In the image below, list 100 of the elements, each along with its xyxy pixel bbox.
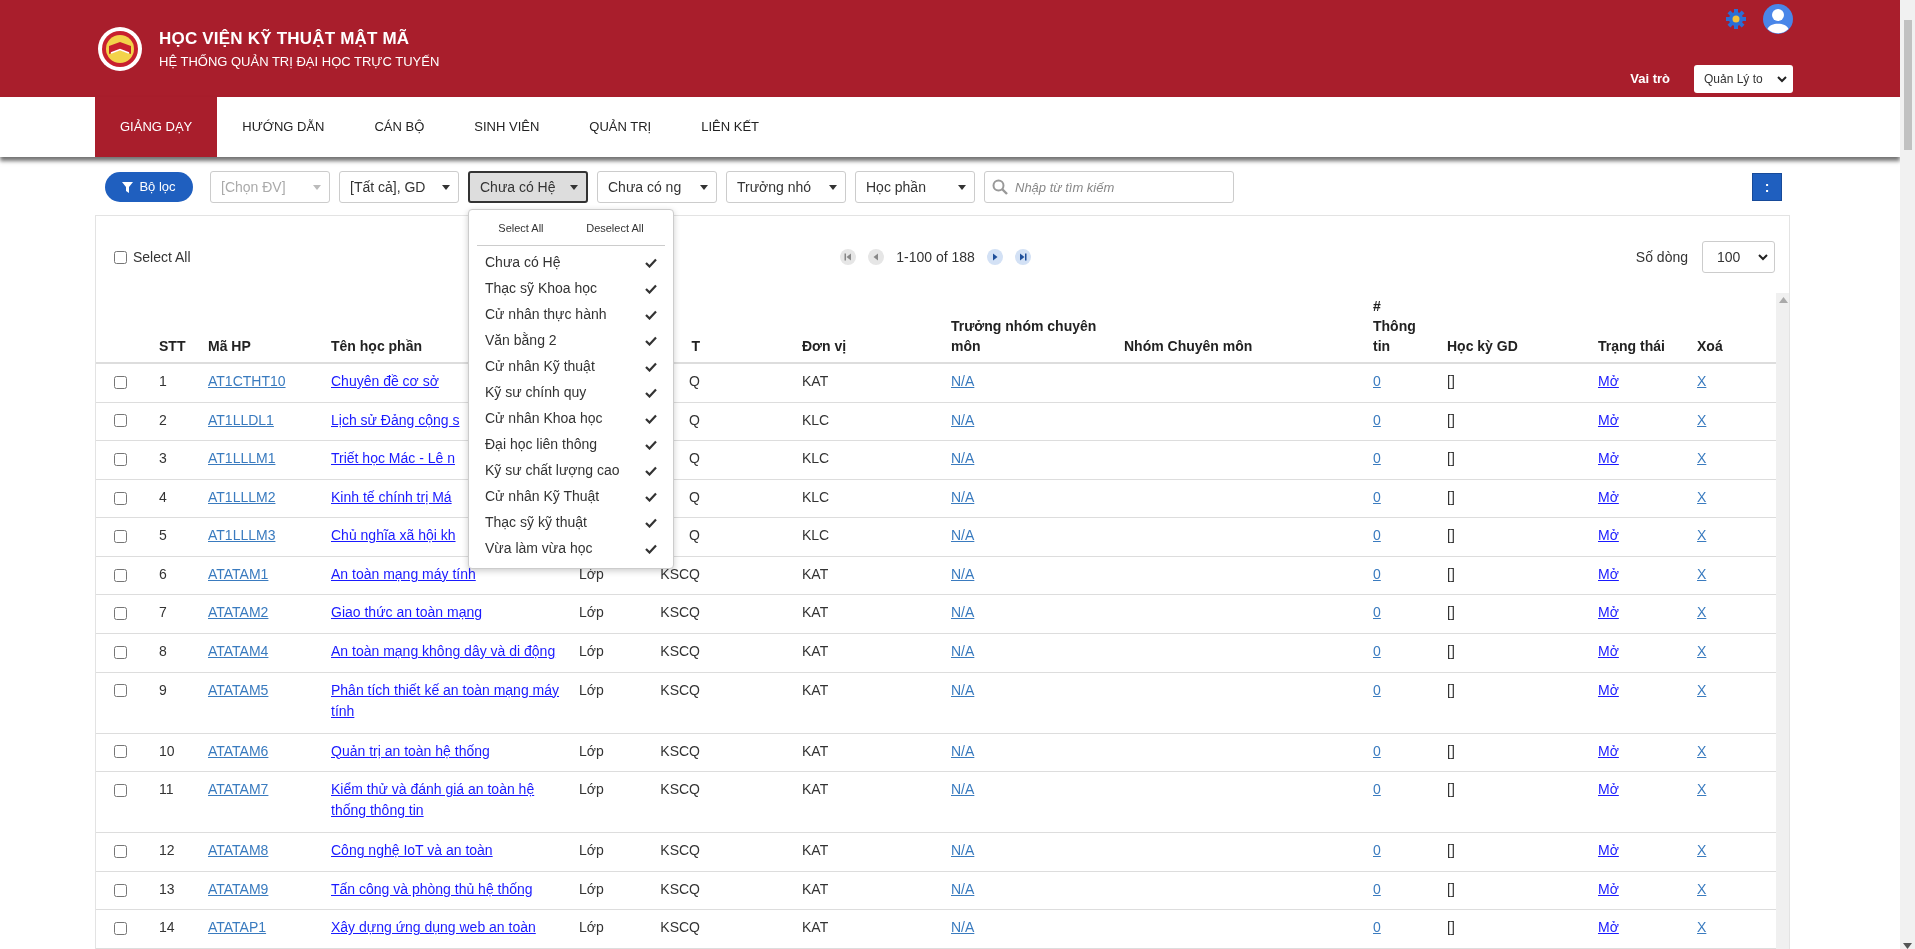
lead-link[interactable]: N/A: [951, 448, 975, 470]
filter-dropdown[interactable]: [Tất cả], GD: [339, 171, 459, 203]
delete-link[interactable]: X: [1697, 409, 1707, 431]
status-link[interactable]: Mở: [1598, 563, 1619, 585]
nav-tab[interactable]: HƯỚNG DẪN: [217, 97, 350, 157]
column-header[interactable]: Xoá: [1697, 336, 1768, 356]
delete-link[interactable]: X: [1697, 917, 1707, 939]
lead-link[interactable]: N/A: [951, 679, 975, 701]
lead-link[interactable]: N/A: [951, 486, 975, 508]
status-link[interactable]: Mở: [1598, 679, 1619, 701]
course-name-link[interactable]: An toàn mạng không dây và di động: [331, 640, 556, 662]
status-link[interactable]: Mở: [1598, 779, 1619, 801]
info-count-link[interactable]: 0: [1373, 917, 1381, 939]
course-code-link[interactable]: ATATAM2: [208, 602, 269, 624]
info-count-link[interactable]: 0: [1373, 563, 1381, 585]
course-code-link[interactable]: AT1LLDL1: [208, 409, 274, 431]
delete-link[interactable]: X: [1697, 602, 1707, 624]
lead-link[interactable]: N/A: [951, 602, 975, 624]
course-code-link[interactable]: ATATAP1: [208, 917, 267, 939]
info-count-link[interactable]: 0: [1373, 779, 1381, 801]
nav-tab[interactable]: CÁN BỘ: [349, 97, 450, 157]
delete-link[interactable]: X: [1697, 640, 1707, 662]
course-code-link[interactable]: ATATAM5: [208, 679, 269, 701]
course-code-link[interactable]: AT1LLLM1: [208, 448, 276, 470]
filter-dropdown[interactable]: Chưa có Hệ: [468, 171, 588, 203]
course-name-link[interactable]: Công nghệ IoT và an toàn: [331, 840, 493, 862]
delete-link[interactable]: X: [1697, 878, 1707, 900]
course-name-link[interactable]: Chủ nghĩa xã hội kh: [331, 525, 456, 547]
column-header[interactable]: Nhóm Chuyên môn: [1124, 336, 1357, 356]
column-header[interactable]: Học kỳ GD: [1447, 336, 1582, 356]
nav-tab[interactable]: QUẢN TRỊ: [564, 97, 677, 157]
course-name-link[interactable]: Lịch sử Đảng cộng s: [331, 409, 460, 431]
filter-button[interactable]: Bộ lọc: [105, 172, 193, 202]
info-count-link[interactable]: 0: [1373, 640, 1381, 662]
dropdown-item[interactable]: Chưa có Hệ: [477, 249, 665, 276]
select-all-link[interactable]: Select All: [498, 220, 544, 237]
info-count-link[interactable]: 0: [1373, 448, 1381, 470]
info-count-link[interactable]: 0: [1373, 878, 1381, 900]
status-link[interactable]: Mở: [1598, 917, 1619, 939]
course-name-link[interactable]: Giao thức an toàn mạng: [331, 602, 483, 624]
status-link[interactable]: Mở: [1598, 486, 1619, 508]
deselect-all-link[interactable]: Deselect All: [586, 220, 644, 237]
course-code-link[interactable]: ATATAM4: [208, 640, 269, 662]
lead-link[interactable]: N/A: [951, 840, 975, 862]
course-code-link[interactable]: ATATAM6: [208, 740, 269, 762]
column-header[interactable]: Đơn vị: [802, 336, 935, 356]
dropdown-item[interactable]: Cử nhân Khoa học: [477, 405, 665, 432]
course-name-link[interactable]: Quản trị an toàn hệ thống: [331, 740, 490, 762]
info-count-link[interactable]: 0: [1373, 740, 1381, 762]
more-button[interactable]: :: [1752, 173, 1782, 201]
nav-tab[interactable]: SINH VIÊN: [449, 97, 565, 157]
filter-dropdown[interactable]: Học phần: [855, 171, 975, 203]
course-name-link[interactable]: An toàn mạng máy tính: [331, 563, 476, 585]
dropdown-item[interactable]: Kỹ sư chất lượng cao: [477, 457, 665, 484]
info-count-link[interactable]: 0: [1373, 840, 1381, 862]
column-header[interactable]: Trưởng nhóm chuyên môn: [951, 316, 1108, 356]
status-link[interactable]: Mở: [1598, 640, 1619, 662]
role-select[interactable]: Quản Lý to: [1694, 65, 1793, 93]
course-code-link[interactable]: ATATAM7: [208, 779, 269, 801]
status-link[interactable]: Mở: [1598, 448, 1619, 470]
delete-link[interactable]: X: [1697, 840, 1707, 862]
dropdown-item[interactable]: Cử nhân thực hành: [477, 301, 665, 328]
dropdown-item[interactable]: Kỹ sư chính quy: [477, 379, 665, 406]
filter-dropdown[interactable]: Trưởng nhó: [726, 171, 846, 203]
lead-link[interactable]: N/A: [951, 371, 975, 392]
course-code-link[interactable]: AT1LLLM2: [208, 486, 276, 508]
dropdown-item[interactable]: Đại học liên thông: [477, 431, 665, 458]
course-name-link[interactable]: Kinh tế chính trị Má: [331, 486, 452, 508]
lead-link[interactable]: N/A: [951, 878, 975, 900]
nav-tab[interactable]: LIÊN KẾT: [676, 97, 784, 157]
info-count-link[interactable]: 0: [1373, 525, 1381, 547]
column-header[interactable]: STT: [159, 336, 192, 356]
course-name-link[interactable]: Triết học Mác - Lê n: [331, 448, 455, 470]
rows-select[interactable]: 100: [1702, 241, 1775, 273]
nav-tab[interactable]: GIẢNG DẠY: [95, 97, 218, 157]
status-link[interactable]: Mở: [1598, 371, 1619, 392]
status-link[interactable]: Mở: [1598, 409, 1619, 431]
lead-link[interactable]: N/A: [951, 917, 975, 939]
info-count-link[interactable]: 0: [1373, 602, 1381, 624]
dropdown-item[interactable]: Văn bằng 2: [477, 327, 665, 354]
dropdown-item[interactable]: Cử nhân Kỹ thuật: [477, 353, 665, 380]
delete-link[interactable]: X: [1697, 486, 1707, 508]
lead-link[interactable]: N/A: [951, 563, 975, 585]
delete-link[interactable]: X: [1697, 525, 1707, 547]
lead-link[interactable]: N/A: [951, 640, 975, 662]
course-code-link[interactable]: ATATAM8: [208, 840, 269, 862]
delete-link[interactable]: X: [1697, 740, 1707, 762]
status-link[interactable]: Mở: [1598, 740, 1619, 762]
course-code-link[interactable]: AT1LLLM3: [208, 525, 276, 547]
lead-link[interactable]: N/A: [951, 779, 975, 801]
course-name-link[interactable]: Kiểm thử và đánh giá an toàn hệ thống thông tin: [331, 779, 563, 822]
lead-link[interactable]: N/A: [951, 409, 975, 431]
course-code-link[interactable]: AT1CTHT10: [208, 371, 286, 392]
delete-link[interactable]: X: [1697, 779, 1707, 801]
course-name-link[interactable]: Chuyên đề cơ sở: [331, 371, 439, 392]
delete-link[interactable]: X: [1697, 448, 1707, 470]
course-code-link[interactable]: ATATAM1: [208, 563, 269, 585]
status-link[interactable]: Mở: [1598, 602, 1619, 624]
dropdown-item[interactable]: Vừa làm vừa học: [477, 535, 665, 562]
delete-link[interactable]: X: [1697, 679, 1707, 701]
